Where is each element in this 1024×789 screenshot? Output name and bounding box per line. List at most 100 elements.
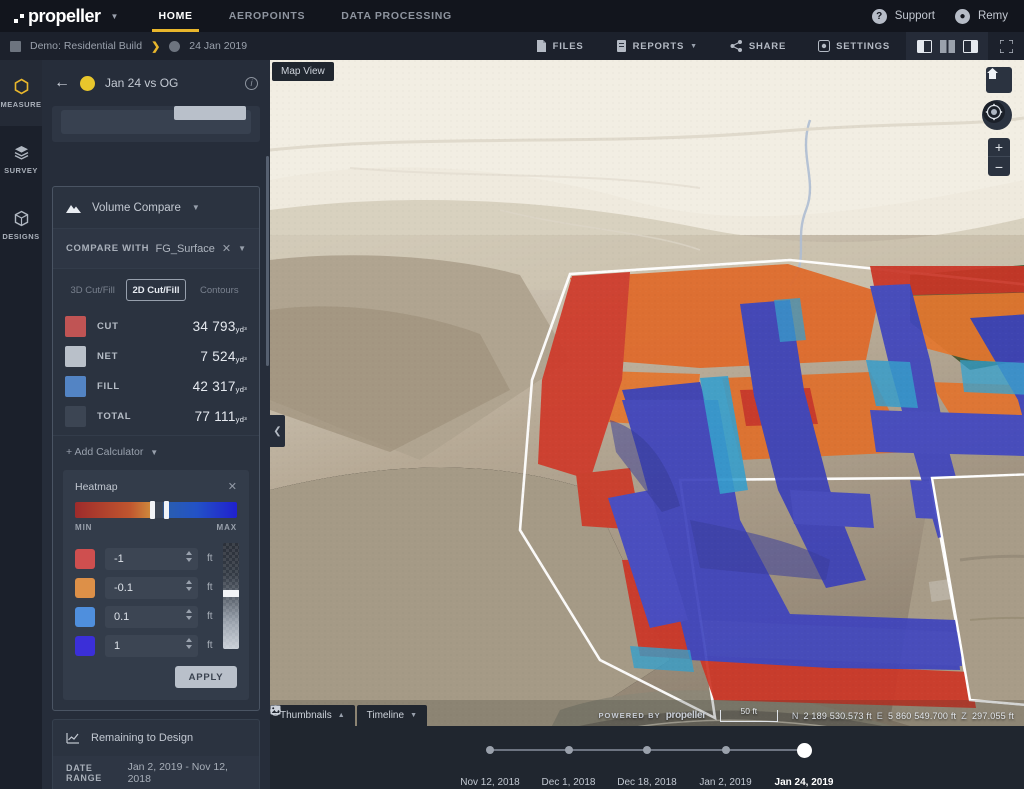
share-button[interactable]: SHARE: [714, 32, 802, 60]
heatmap-value-input-1[interactable]: [105, 547, 198, 570]
heatmap-swatch-3[interactable]: [75, 606, 95, 627]
measurement-color-dot[interactable]: [80, 75, 95, 91]
timeline-point-4[interactable]: [721, 746, 730, 754]
stepper-3[interactable]: [186, 608, 192, 620]
heatmap-value-input-3[interactable]: [105, 605, 198, 628]
coord-value-z: 297.055 ft: [971, 710, 1014, 721]
net-color-swatch[interactable]: [65, 345, 86, 367]
brand-logo[interactable]: propeller ▼: [0, 0, 118, 32]
compass-icon: [983, 101, 1005, 123]
fill-color-swatch[interactable]: [65, 375, 86, 397]
tab-contours[interactable]: Contours: [190, 279, 249, 301]
rail-label-measure: MEASURE: [0, 99, 42, 109]
close-icon[interactable]: ✕: [222, 242, 231, 255]
close-icon[interactable]: ✕: [228, 480, 237, 493]
map-render: [270, 60, 1024, 789]
brand-name: propeller: [28, 5, 101, 26]
view-mode-left-split[interactable]: [914, 32, 934, 60]
nav-item-home[interactable]: HOME: [140, 0, 210, 32]
timeline-point-5-active[interactable]: [797, 743, 812, 758]
file-icon: [536, 40, 546, 52]
heatmap-gradient-slider[interactable]: [75, 501, 237, 519]
reports-button[interactable]: REPORTS ▼: [600, 32, 714, 60]
top-nav-right: ? Support ● Remy: [871, 0, 1024, 32]
heatmap-minmax-labels: MIN MAX: [75, 523, 237, 532]
tab-2d-cutfill[interactable]: 2D Cut/Fill: [126, 279, 186, 301]
heatmap-handle-low[interactable]: [149, 501, 155, 519]
rail-item-designs[interactable]: DESIGNS: [0, 192, 42, 258]
heatmap-value-input-4[interactable]: [105, 634, 198, 657]
zoom-out-button[interactable]: −: [988, 157, 1010, 176]
panel-collapse-button[interactable]: ❮: [270, 415, 285, 447]
stepper-4[interactable]: [186, 637, 192, 649]
files-button[interactable]: FILES: [520, 32, 600, 60]
share-label: SHARE: [748, 40, 787, 52]
add-calculator-button[interactable]: + Add Calculator ▼: [53, 435, 259, 468]
heatmap-input-wrap-1: [105, 547, 198, 570]
files-label: FILES: [552, 40, 584, 52]
heatmap-swatch-1[interactable]: [75, 548, 95, 569]
stepper-2[interactable]: [186, 579, 192, 591]
nav-item-aeropoints[interactable]: AEROPOINTS: [211, 0, 323, 32]
total-color-swatch: [65, 405, 86, 427]
info-icon[interactable]: i: [245, 76, 258, 90]
volume-compare-header[interactable]: Volume Compare ▼: [53, 187, 259, 229]
heatmap-opacity-slider[interactable]: [223, 543, 239, 649]
apply-row: APPLY: [75, 666, 237, 688]
cut-value: 34 793yd³: [192, 318, 247, 334]
breadcrumb-date[interactable]: 24 Jan 2019: [189, 40, 247, 52]
tool-rail: MEASURE SURVEY DESIGNS: [0, 60, 42, 789]
breadcrumb-project[interactable]: Demo: Residential Build: [30, 40, 142, 52]
timeline-label-1[interactable]: Nov 12, 2018: [460, 777, 520, 788]
heatmap-unit-1: ft: [207, 553, 213, 564]
timeline-point-3[interactable]: [643, 746, 651, 754]
heatmap-swatch-4[interactable]: [75, 635, 95, 656]
coord-axis-z: Z: [961, 710, 967, 721]
chevron-down-icon[interactable]: ▼: [192, 203, 200, 212]
collapsed-card-button[interactable]: [174, 106, 246, 120]
chevron-down-icon: ▼: [150, 448, 159, 457]
heatmap-unit-4: ft: [207, 640, 213, 651]
timeline-label-3[interactable]: Dec 18, 2018: [617, 777, 677, 788]
compare-with-value[interactable]: FG_Surface: [156, 243, 215, 255]
rail-item-survey[interactable]: SURVEY: [0, 126, 42, 192]
timeline-point-1[interactable]: [486, 746, 494, 754]
panel-title: Jan 24 vs OG: [105, 76, 179, 90]
view-mode-group: [906, 32, 988, 60]
chevron-down-icon[interactable]: ▼: [238, 244, 246, 253]
heatmap-row-4: ft: [75, 633, 237, 658]
heatmap-swatch-2[interactable]: [75, 577, 95, 598]
stepper-1[interactable]: [186, 550, 192, 562]
apply-button[interactable]: APPLY: [175, 666, 237, 688]
zoom-in-button[interactable]: +: [988, 138, 1010, 157]
scale-bar-label: 50 ft: [740, 706, 758, 716]
view-mode-right-split[interactable]: [960, 32, 980, 60]
timeline-label-2[interactable]: Dec 1, 2018: [542, 777, 596, 788]
heatmap-handle-high[interactable]: [164, 501, 170, 519]
opacity-slider-handle[interactable]: [223, 590, 239, 597]
home-view-button[interactable]: [986, 67, 1012, 93]
settings-button[interactable]: SETTINGS: [802, 32, 906, 60]
rail-label-designs: DESIGNS: [2, 231, 40, 241]
rail-item-measure[interactable]: MEASURE: [0, 60, 42, 126]
nav-item-data-processing[interactable]: DATA PROCESSING: [323, 0, 470, 32]
heatmap-value-input-2[interactable]: [105, 576, 198, 599]
tab-3d-cutfill[interactable]: 3D Cut/Fill: [63, 279, 122, 301]
chevron-down-icon[interactable]: ▼: [111, 12, 119, 21]
cut-color-swatch[interactable]: [65, 315, 86, 337]
timeline-track[interactable]: Nov 12, 2018 Dec 1, 2018 Dec 18, 2018 Ja…: [460, 743, 833, 788]
timeline-label-5-active[interactable]: Jan 24, 2019: [775, 777, 834, 788]
panel-scrollbar[interactable]: [266, 156, 269, 366]
map-viewport[interactable]: Map View + − Thumbnails ▲ Timeline ▼ POW…: [270, 60, 1024, 789]
compass-control[interactable]: [982, 100, 1012, 130]
date-range-value[interactable]: Jan 2, 2019 - Nov 12, 2018: [128, 761, 246, 785]
timeline-label-4[interactable]: Jan 2, 2019: [699, 777, 751, 788]
support-link[interactable]: ? Support: [871, 8, 935, 24]
view-mode-even-split[interactable]: [937, 32, 957, 60]
timeline-point-2[interactable]: [564, 746, 573, 754]
remaining-to-design-header[interactable]: Remaining to Design: [53, 720, 259, 756]
back-arrow-icon[interactable]: ←: [54, 75, 70, 91]
user-menu[interactable]: ● Remy: [954, 8, 1008, 24]
fullscreen-button[interactable]: [988, 32, 1024, 60]
collapsed-card-above[interactable]: [52, 106, 260, 142]
